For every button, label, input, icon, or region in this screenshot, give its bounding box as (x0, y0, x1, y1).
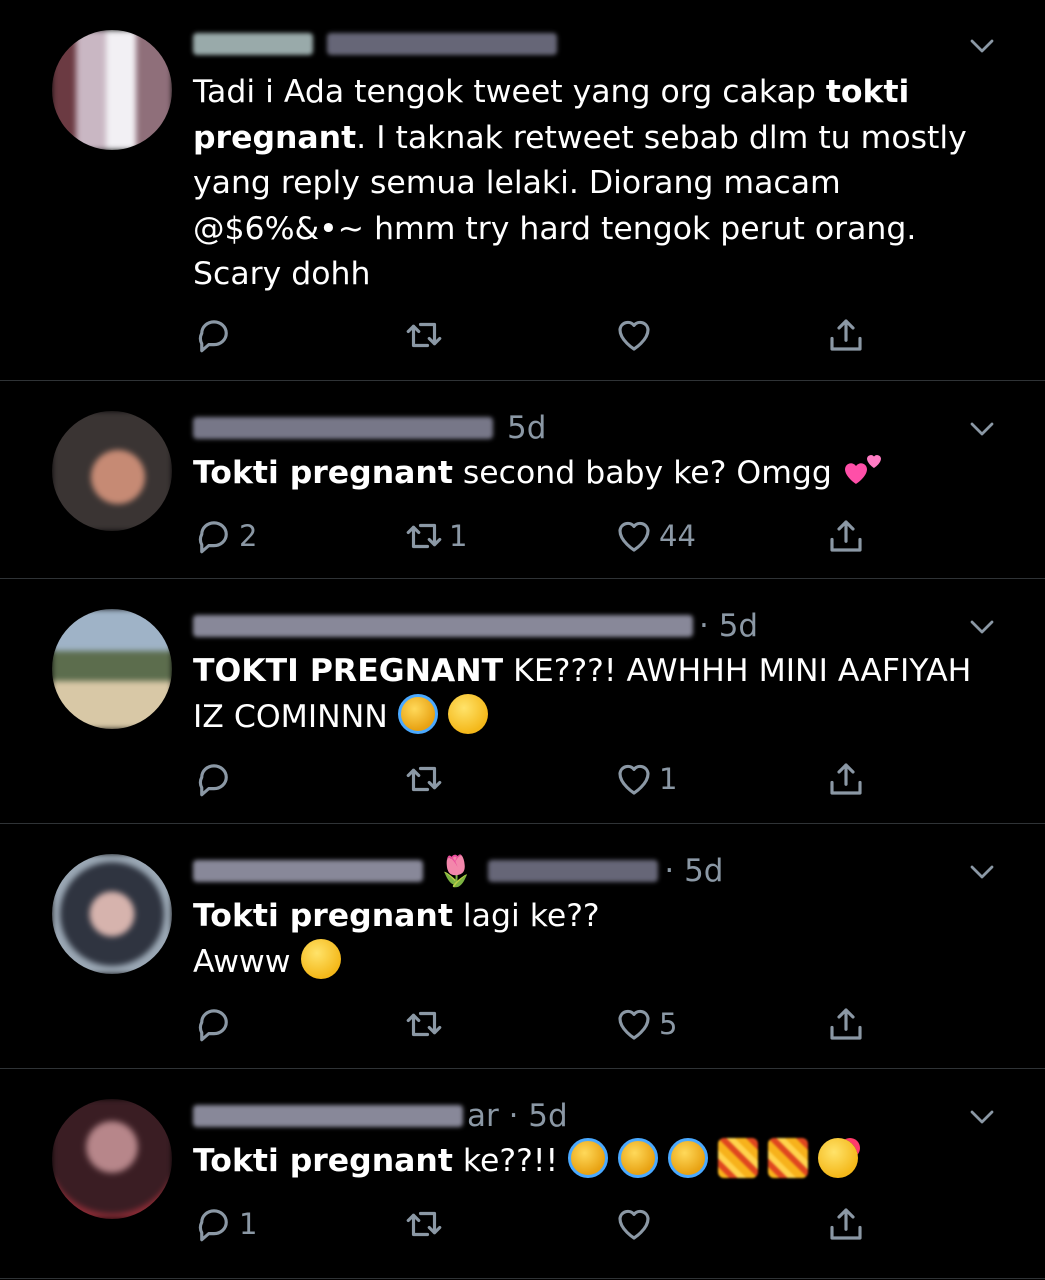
redacted-username (193, 33, 313, 55)
smiling-face-with-hearts-icon (818, 1138, 859, 1178)
name-emoji: 🌷 (437, 853, 475, 889)
share-button[interactable] (825, 1202, 867, 1246)
tweet-time[interactable]: · 5d (664, 853, 723, 889)
tweet-time[interactable]: 5d (507, 410, 546, 446)
chevron-down-icon[interactable] (967, 31, 997, 61)
like-button[interactable]: 44 (613, 514, 696, 558)
tweet-header (193, 22, 557, 66)
chevron-down-icon[interactable] (967, 612, 997, 642)
reply-icon (198, 521, 228, 554)
retweet-button[interactable]: 1 (403, 514, 467, 558)
tweet-text: Tokti pregnant second baby ke? Omgg (193, 451, 985, 497)
redacted-username (193, 1105, 463, 1127)
like-icon (618, 1009, 650, 1040)
tweet-text: TOKTI PREGNANT KE???! AWHHH MINI AAFIYAH… (193, 653, 972, 735)
tweet-2[interactable]: 5d Tokti pregnant second baby ke? Omgg 2… (0, 381, 1045, 579)
like-button[interactable] (613, 313, 655, 357)
retweet-count: 1 (449, 519, 468, 553)
reply-icon (198, 320, 228, 353)
retweet-icon (406, 1211, 442, 1237)
retweet-button[interactable] (403, 1002, 445, 1046)
loudly-crying-icon (397, 693, 438, 734)
share-icon (830, 1008, 862, 1040)
avatar[interactable] (52, 30, 172, 150)
redacted-handle (488, 860, 659, 882)
like-count: 1 (659, 762, 678, 796)
reply-icon (198, 1209, 228, 1242)
like-button[interactable] (613, 1202, 655, 1246)
tweet-text: Tokti pregnant ke??!! (193, 1138, 985, 1185)
reply-count: 2 (239, 519, 258, 553)
loudly-crying-icon (568, 1138, 609, 1178)
like-icon (618, 320, 650, 351)
tweet-3[interactable]: · 5d TOKTI PREGNANT KE???! AWHHH MINI AA… (0, 579, 1045, 824)
pixelated-emoji-icon (718, 1138, 759, 1178)
reply-icon (198, 1009, 228, 1042)
redacted-username (193, 860, 423, 882)
like-icon (618, 521, 650, 552)
avatar[interactable] (52, 854, 172, 974)
reply-count: 1 (239, 1207, 258, 1241)
like-icon (618, 764, 650, 795)
reply-button[interactable] (193, 313, 235, 357)
avatar[interactable] (52, 609, 172, 729)
share-icon (830, 319, 862, 351)
pixelated-emoji-icon (768, 1138, 809, 1178)
like-count: 5 (659, 1007, 678, 1041)
tweet-actions (193, 313, 873, 357)
retweet-icon (406, 1011, 442, 1037)
redacted-username (193, 615, 693, 637)
tweet-actions: 2 1 44 (193, 514, 873, 558)
share-button[interactable] (825, 313, 867, 357)
loudly-crying-icon (618, 1138, 659, 1178)
share-button[interactable] (825, 514, 867, 558)
retweet-icon (406, 322, 442, 348)
chevron-down-icon[interactable] (967, 857, 997, 887)
retweet-icon (406, 766, 442, 792)
tweet-actions: 5 (193, 1002, 873, 1046)
tweet-text: Tadi i Ada tengok tweet yang org cakap t… (193, 74, 967, 292)
tweet-header: · 5d (193, 604, 758, 648)
two-hearts-icon (844, 455, 881, 484)
tweet-time[interactable]: · 5d (699, 608, 758, 644)
tweet-time[interactable]: ar · 5d (467, 1098, 568, 1134)
tweet-actions: 1 (193, 757, 873, 801)
retweet-button[interactable] (403, 757, 445, 801)
reply-button[interactable]: 1 (193, 1202, 257, 1246)
retweet-button[interactable] (403, 1202, 445, 1246)
tweet-actions: 1 (193, 1202, 873, 1246)
like-count: 44 (659, 519, 696, 553)
retweet-icon (406, 523, 442, 549)
reply-button[interactable] (193, 757, 235, 801)
tweet-header: 🌷 · 5d (193, 849, 723, 893)
share-button[interactable] (825, 1002, 867, 1046)
retweet-button[interactable] (403, 313, 445, 357)
chevron-down-icon[interactable] (967, 414, 997, 444)
share-icon (830, 520, 862, 552)
tweet-4[interactable]: 🌷 · 5d Tokti pregnant lagi ke?? Awww 5 (0, 824, 1045, 1069)
pleading-face-icon (300, 938, 341, 979)
reply-button[interactable]: 2 (193, 514, 257, 558)
avatar[interactable] (52, 1099, 172, 1219)
tweet-text: Tokti pregnant lagi ke?? Awww (193, 898, 600, 980)
share-icon (830, 763, 862, 795)
like-icon (618, 1209, 650, 1240)
reply-button[interactable] (193, 1002, 235, 1046)
tweet-header: 5d (193, 406, 546, 450)
loudly-crying-icon (668, 1138, 709, 1178)
like-button[interactable]: 5 (613, 1002, 677, 1046)
tweet-header: ar · 5d (193, 1094, 568, 1138)
reply-icon (198, 764, 228, 797)
avatar[interactable] (52, 411, 172, 531)
pleading-face-icon (447, 693, 488, 734)
share-icon (830, 1208, 862, 1240)
like-button[interactable]: 1 (613, 757, 677, 801)
tweet-1[interactable]: Tadi i Ada tengok tweet yang org cakap t… (0, 0, 1045, 381)
redacted-handle (327, 33, 557, 55)
tweet-5[interactable]: ar · 5d Tokti pregnant ke??!! 1 (0, 1069, 1045, 1279)
redacted-username (193, 417, 493, 439)
chevron-down-icon[interactable] (967, 1102, 997, 1132)
tweet-text-line2: Awww (193, 943, 291, 980)
share-button[interactable] (825, 757, 867, 801)
